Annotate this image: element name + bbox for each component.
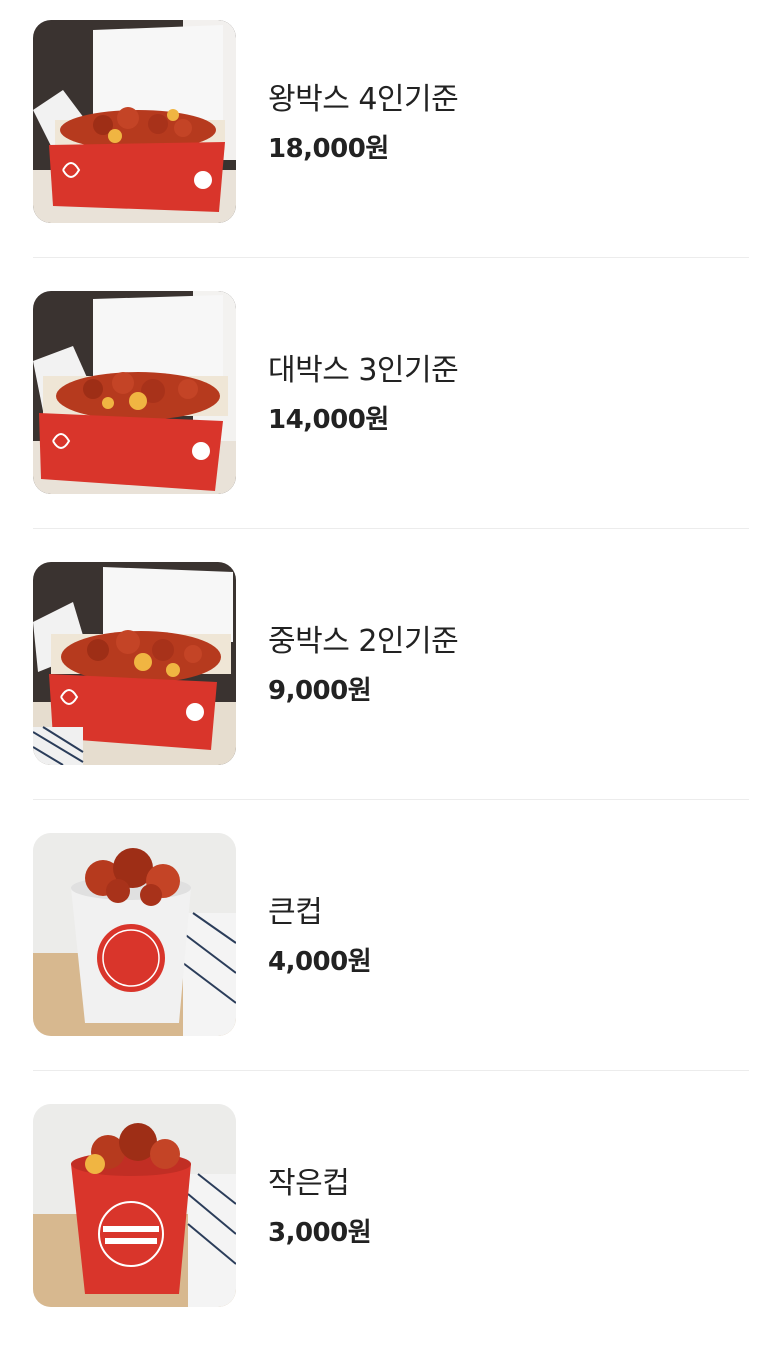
menu-item-small-cup[interactable]: 작은컵 3,000원 <box>0 1084 773 1355</box>
menu-item-name: 큰컵 <box>268 895 323 930</box>
menu-item-name: 작은컵 <box>268 1166 350 1201</box>
menu-item-image <box>33 20 236 223</box>
menu-item-price: 4,000원 <box>268 947 372 977</box>
menu-item-price: 18,000원 <box>268 134 389 164</box>
menu-item-name: 중박스 2인기준 <box>268 624 459 659</box>
menu-item-price: 9,000원 <box>268 676 372 706</box>
menu-item-wang-box[interactable]: 왕박스 4인기준 18,000원 <box>0 0 773 271</box>
menu-item-image <box>33 1104 236 1307</box>
menu-item-jung-box[interactable]: 중박스 2인기준 9,000원 <box>0 542 773 813</box>
divider <box>33 528 749 529</box>
divider <box>33 257 749 258</box>
menu-item-image <box>33 562 236 765</box>
menu-item-price: 3,000원 <box>268 1218 372 1248</box>
menu-item-dae-box[interactable]: 대박스 3인기준 14,000원 <box>0 271 773 542</box>
menu-item-image <box>33 291 236 494</box>
menu-item-price: 14,000원 <box>268 405 389 435</box>
divider <box>33 1070 749 1071</box>
divider <box>33 799 749 800</box>
menu-item-large-cup[interactable]: 큰컵 4,000원 <box>0 813 773 1084</box>
menu-item-image <box>33 833 236 1036</box>
menu-item-name: 왕박스 4인기준 <box>268 82 459 117</box>
menu-item-name: 대박스 3인기준 <box>268 353 459 388</box>
menu-list: 왕박스 4인기준 18,000원 대박스 3인기준 14,000원 중박스 2인… <box>0 0 773 1340</box>
